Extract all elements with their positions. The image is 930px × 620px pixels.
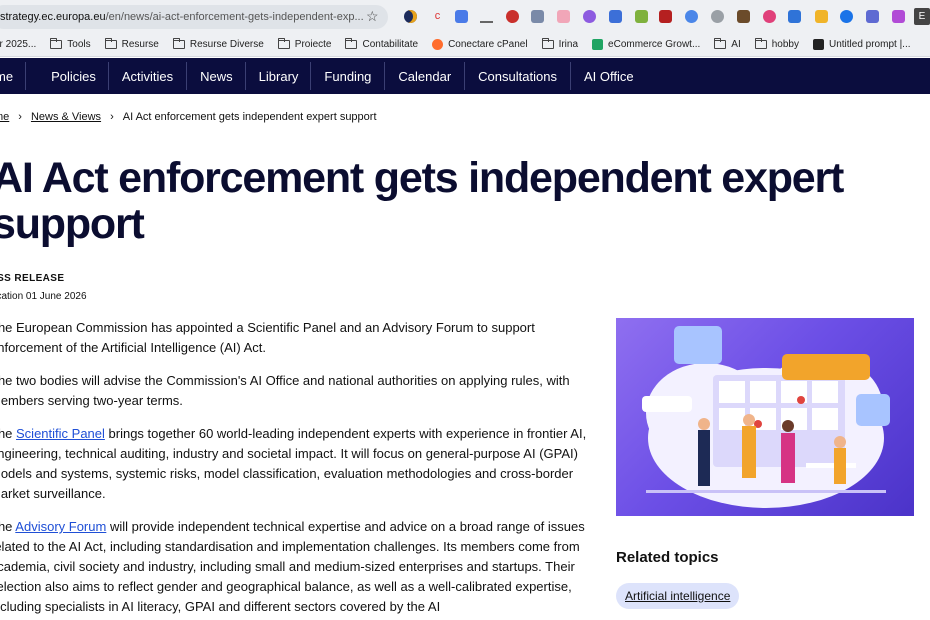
extension-icon[interactable] — [737, 10, 750, 23]
bookmark-item[interactable]: AI — [714, 38, 741, 50]
team-cloud-illustration — [642, 326, 890, 508]
nav-item-news[interactable]: News — [187, 62, 246, 90]
sheets-icon — [592, 39, 604, 50]
bookmark-label: Tools — [67, 39, 91, 50]
nav-item-library[interactable]: Library — [246, 62, 312, 90]
bookmark-item[interactable]: Contabilitate — [345, 38, 419, 50]
cpanel-icon — [432, 39, 444, 50]
extension-icon[interactable] — [685, 10, 698, 23]
breadcrumb-home-link[interactable]: me — [0, 111, 9, 123]
bookmark-item[interactable]: Proiecte — [277, 38, 332, 50]
extension-icon[interactable] — [531, 10, 544, 23]
nav-item-ai-office[interactable]: AI Office — [571, 62, 647, 90]
article-paragraph: The European Commission has appointed a … — [0, 318, 590, 358]
bookmark-item[interactable]: Resurse — [104, 38, 159, 50]
bookmark-label: hobby — [771, 39, 799, 50]
extension-icon[interactable] — [635, 10, 648, 23]
breadcrumb-current: AI Act enforcement gets independent expe… — [122, 111, 377, 123]
related-topics-heading: Related topics — [616, 549, 719, 566]
breadcrumb-news-link[interactable]: News & Views — [31, 111, 101, 123]
profile-icon[interactable]: E — [914, 8, 930, 25]
folder-icon — [172, 38, 185, 49]
bookmark-item[interactable]: Untitled prompt |... — [812, 39, 911, 50]
bookmark-label: Irina — [558, 39, 579, 50]
url-host: strategy.ec.europa.eu — [0, 11, 106, 23]
bookmark-item[interactable]: Irina — [541, 38, 579, 50]
extension-icon[interactable] — [815, 10, 828, 23]
folder-icon — [104, 38, 117, 49]
extension-icon[interactable] — [866, 10, 879, 23]
bookmark-label: Conectare cPanel — [448, 39, 528, 50]
folder-icon — [754, 38, 767, 49]
extension-icon[interactable] — [609, 10, 622, 23]
bookmark-label: eCommerce Growt... — [608, 39, 701, 50]
extension-icon[interactable] — [557, 10, 570, 23]
bookmark-label: AI — [731, 39, 741, 50]
topic-tag[interactable]: Artificial intelligence — [616, 583, 740, 609]
extension-icon[interactable] — [892, 10, 905, 23]
publication-date: lication 01 June 2026 — [0, 291, 87, 302]
breadcrumb: me › News & Views › AI Act enforcement g… — [0, 111, 377, 123]
article-paragraph: The two bodies will advise the Commissio… — [0, 371, 590, 411]
extension-icon[interactable] — [711, 10, 724, 23]
nav-item-consultations[interactable]: Consultations — [465, 62, 571, 90]
folder-icon — [50, 38, 63, 49]
bookmark-star-icon[interactable]: ☆ — [366, 9, 379, 23]
extension-icon[interactable] — [480, 10, 493, 23]
translate-icon[interactable] — [455, 10, 468, 23]
nav-item-funding[interactable]: Funding — [311, 62, 386, 90]
extension-icon[interactable] — [763, 10, 776, 23]
paragraph-text: The European Commission has appointed a … — [0, 320, 535, 355]
extension-icon[interactable]: c — [431, 10, 444, 23]
nav-item-home[interactable]: me — [0, 62, 27, 90]
scientific-panel-link[interactable]: Scientific Panel — [16, 426, 105, 441]
address-bar[interactable]: strategy.ec.europa.eu/en/news/ai-act-enf… — [0, 5, 388, 29]
paragraph-text: The two bodies will advise the Commissio… — [0, 373, 570, 408]
extension-icon[interactable] — [404, 10, 417, 23]
folder-icon — [541, 38, 554, 49]
folder-icon — [714, 38, 727, 49]
bookmark-item[interactable]: Conectare cPanel — [432, 39, 528, 50]
extension-icon[interactable] — [788, 10, 801, 23]
folder-icon — [277, 38, 290, 49]
bookmark-item[interactable]: Tools — [50, 38, 91, 50]
paragraph-text: The — [0, 426, 13, 441]
bookmark-label: Untitled prompt |... — [828, 39, 911, 50]
chevron-right-icon: › — [110, 111, 114, 123]
extension-icon[interactable] — [659, 10, 672, 23]
url-path: /en/news/ai-act-enforcement-gets-indepen… — [105, 11, 364, 23]
extension-icon[interactable] — [583, 10, 596, 23]
bookmarks-bar: er 2025... Tools Resurse Resurse Diverse… — [0, 33, 930, 57]
chevron-right-icon: › — [18, 111, 22, 123]
bookmark-item[interactable]: hobby — [754, 38, 799, 50]
paragraph-text: The — [0, 519, 13, 534]
bookmark-item[interactable]: er 2025... — [0, 39, 36, 50]
bookmark-label: Contabilitate — [362, 39, 419, 50]
browser-toolbar: strategy.ec.europa.eu/en/news/ai-act-enf… — [0, 0, 930, 33]
article-illustration — [616, 318, 914, 516]
topic-tag-label: Artificial intelligence — [625, 589, 731, 603]
bookmark-label: Resurse — [121, 39, 159, 50]
bookmark-item[interactable]: Resurse Diverse — [172, 38, 264, 50]
article-paragraph: The Scientific Panel brings together 60 … — [0, 424, 590, 504]
folder-icon — [345, 38, 358, 49]
article-body: The European Commission has appointed a … — [0, 318, 590, 620]
bookmark-item[interactable]: eCommerce Growt... — [592, 39, 700, 50]
site-navigation: me Policies Activities News Library Fund… — [0, 58, 930, 94]
nav-item-calendar[interactable]: Calendar — [385, 62, 466, 90]
bookmark-label: Proiecte — [294, 39, 332, 50]
extension-icon[interactable] — [506, 10, 519, 23]
advisory-forum-link[interactable]: Advisory Forum — [15, 519, 106, 534]
nav-item-policies[interactable]: Policies — [26, 62, 109, 90]
page-title: AI Act enforcement gets independent expe… — [0, 154, 844, 248]
extension-icon[interactable] — [840, 10, 853, 23]
nav-item-activities[interactable]: Activities — [109, 62, 188, 90]
aistudio-icon — [812, 39, 824, 50]
bookmark-label: er 2025... — [0, 39, 37, 50]
bookmark-label: Resurse Diverse — [189, 39, 264, 50]
article-type: ESS RELEASE — [0, 273, 65, 284]
article-paragraph: The Advisory Forum will provide independ… — [0, 517, 590, 617]
